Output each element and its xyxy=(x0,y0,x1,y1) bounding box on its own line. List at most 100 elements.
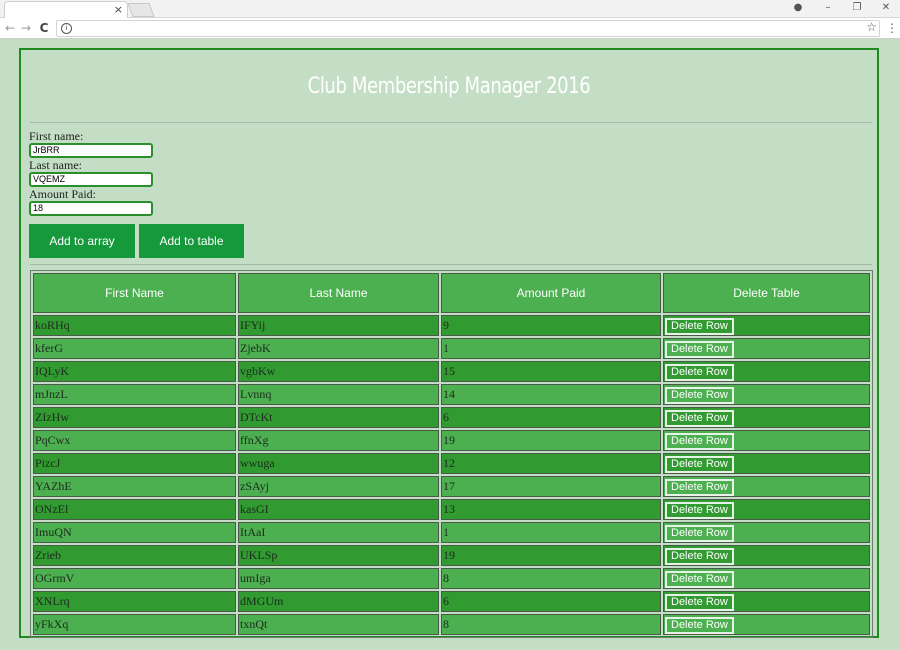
menu-icon[interactable]: ⋮ xyxy=(886,19,898,37)
table-header-row: First Name Last Name Amount Paid Delete … xyxy=(33,273,870,313)
amount-paid-input[interactable] xyxy=(29,201,153,216)
first-name-cell: YAZhE xyxy=(33,476,236,497)
delete-row-button[interactable]: Delete Row xyxy=(665,594,734,611)
delete-cell: Delete Row xyxy=(663,430,870,451)
table-row: XNLrq dMGUm 6 Delete Row xyxy=(33,591,870,612)
reload-icon[interactable]: C xyxy=(36,19,52,37)
delete-row-button[interactable]: Delete Row xyxy=(665,525,734,542)
first-name-cell: IQLyK xyxy=(33,361,236,382)
amount-paid-cell: 17 xyxy=(441,476,661,497)
delete-row-button[interactable]: Delete Row xyxy=(665,433,734,450)
first-name-input[interactable] xyxy=(29,143,153,158)
last-name-cell: dMGUm xyxy=(238,591,439,612)
delete-row-button[interactable]: Delete Row xyxy=(665,479,734,496)
delete-row-button[interactable]: Delete Row xyxy=(665,571,734,588)
last-name-cell: ZjebK xyxy=(238,338,439,359)
last-name-input[interactable] xyxy=(29,172,153,187)
delete-row-button[interactable]: Delete Row xyxy=(665,318,734,335)
last-name-cell: ItAaI xyxy=(238,522,439,543)
delete-row-button[interactable]: Delete Row xyxy=(665,387,734,404)
amount-paid-cell: 8 xyxy=(441,614,661,635)
amount-paid-cell: 19 xyxy=(441,430,661,451)
add-to-array-button[interactable]: Add to array xyxy=(29,224,135,258)
tab-strip: × ● – ❐ ✕ xyxy=(0,0,900,18)
last-name-cell: DTcKt xyxy=(238,407,439,428)
close-tab-icon[interactable]: × xyxy=(114,2,123,17)
members-table: First Name Last Name Amount Paid Delete … xyxy=(30,270,873,638)
amount-paid-cell: 12 xyxy=(441,453,661,474)
browser-toolbar: ← → C i ☆ ⋮ xyxy=(0,18,900,39)
delete-cell: Delete Row xyxy=(663,476,870,497)
divider xyxy=(30,264,872,265)
delete-row-button[interactable]: Delete Row xyxy=(665,410,734,427)
first-name-cell: PqCwx xyxy=(33,430,236,451)
delete-row-button[interactable]: Delete Row xyxy=(665,456,734,473)
delete-row-button[interactable]: Delete Row xyxy=(665,364,734,381)
table-body: koRHq IFYij 9 Delete Row kferG ZjebK 1 Delete R… xyxy=(33,315,870,635)
first-name-cell: koRHq xyxy=(33,315,236,336)
amount-paid-cell: 14 xyxy=(441,384,661,405)
amount-paid-cell: 1 xyxy=(441,338,661,359)
address-bar[interactable]: i ☆ xyxy=(56,20,880,37)
member-form: First name: Last name: Amount Paid: xyxy=(29,129,153,216)
table-row: koRHq IFYij 9 Delete Row xyxy=(33,315,870,336)
table-row: ImuQN ItAaI 1 Delete Row xyxy=(33,522,870,543)
table-row: PqCwx ffnXg 19 Delete Row xyxy=(33,430,870,451)
delete-cell: Delete Row xyxy=(663,568,870,589)
last-name-cell: umIga xyxy=(238,568,439,589)
delete-row-button[interactable]: Delete Row xyxy=(665,617,734,634)
delete-cell: Delete Row xyxy=(663,614,870,635)
delete-cell: Delete Row xyxy=(663,338,870,359)
first-name-label: First name: xyxy=(29,129,84,143)
forward-icon[interactable]: → xyxy=(18,19,34,37)
amount-paid-cell: 8 xyxy=(441,568,661,589)
amount-paid-cell: 9 xyxy=(441,315,661,336)
first-name-cell: XNLrq xyxy=(33,591,236,612)
last-name-cell: IFYij xyxy=(238,315,439,336)
profile-icon[interactable]: ● xyxy=(788,0,808,16)
delete-cell: Delete Row xyxy=(663,384,870,405)
info-icon[interactable]: i xyxy=(61,23,72,34)
column-header-delete-table: Delete Table xyxy=(663,273,870,313)
last-name-cell: UKLSp xyxy=(238,545,439,566)
first-name-cell: Zrieb xyxy=(33,545,236,566)
first-name-cell: PizcJ xyxy=(33,453,236,474)
delete-row-button[interactable]: Delete Row xyxy=(665,502,734,519)
first-name-cell: yFkXq xyxy=(33,614,236,635)
delete-row-button[interactable]: Delete Row xyxy=(665,548,734,565)
table-row: IQLyK vgbKw 15 Delete Row xyxy=(33,361,870,382)
amount-paid-cell: 1 xyxy=(441,522,661,543)
first-name-cell: kferG xyxy=(33,338,236,359)
browser-tab[interactable]: × xyxy=(4,1,128,18)
delete-cell: Delete Row xyxy=(663,522,870,543)
last-name-cell: vgbKw xyxy=(238,361,439,382)
column-header-first-name: First Name xyxy=(33,273,236,313)
last-name-cell: wwuga xyxy=(238,453,439,474)
delete-cell: Delete Row xyxy=(663,315,870,336)
first-name-cell: ImuQN xyxy=(33,522,236,543)
first-name-cell: ZIzHw xyxy=(33,407,236,428)
restore-icon[interactable]: ❐ xyxy=(847,0,867,16)
first-name-cell: OGrmV xyxy=(33,568,236,589)
last-name-cell: zSAyj xyxy=(238,476,439,497)
table-row: PizcJ wwuga 12 Delete Row xyxy=(33,453,870,474)
back-icon[interactable]: ← xyxy=(2,19,18,37)
amount-paid-cell: 15 xyxy=(441,361,661,382)
first-name-cell: mJnzL xyxy=(33,384,236,405)
amount-paid-cell: 6 xyxy=(441,407,661,428)
delete-row-button[interactable]: Delete Row xyxy=(665,341,734,358)
new-tab-button[interactable] xyxy=(127,3,155,17)
divider xyxy=(30,122,872,123)
last-name-cell: ffnXg xyxy=(238,430,439,451)
star-icon[interactable]: ☆ xyxy=(866,20,877,34)
first-name-cell: ONzEl xyxy=(33,499,236,520)
last-name-label: Last name: xyxy=(29,158,82,172)
add-to-table-button[interactable]: Add to table xyxy=(139,224,244,258)
amount-paid-label: Amount Paid: xyxy=(29,187,97,201)
column-header-last-name: Last Name xyxy=(238,273,439,313)
last-name-cell: kasGI xyxy=(238,499,439,520)
minimize-icon[interactable]: – xyxy=(818,0,838,16)
close-window-icon[interactable]: ✕ xyxy=(876,0,896,16)
amount-paid-cell: 19 xyxy=(441,545,661,566)
table-row: OGrmV umIga 8 Delete Row xyxy=(33,568,870,589)
